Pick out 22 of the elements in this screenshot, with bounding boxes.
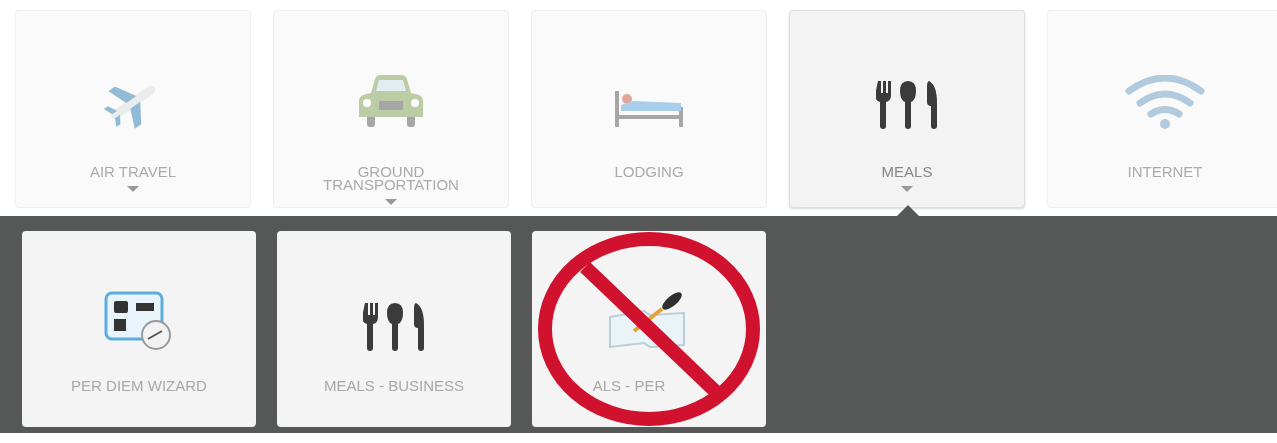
per-diem-icon — [104, 291, 174, 351]
submenu-label: MEALS - BUSINESS — [323, 377, 464, 394]
submenu-tile[interactable]: ALS - PER — [532, 231, 766, 427]
submenu-tile[interactable]: PER DIEM WIZARD — [22, 231, 256, 427]
category-label: GROUND TRANSPORTATION — [322, 165, 460, 191]
category-tile[interactable]: LODGING — [531, 10, 767, 208]
bed-icon — [613, 89, 685, 129]
category-label: INTERNET — [1126, 165, 1204, 178]
category-tile[interactable]: GROUND TRANSPORTATION — [273, 10, 509, 208]
submenu-tile[interactable]: MEALS - BUSINESS — [277, 231, 511, 427]
car-icon — [357, 73, 425, 129]
category-label: LODGING — [613, 165, 685, 178]
category-tile[interactable]: AIR TRAVEL — [15, 10, 251, 208]
category-tile[interactable]: MEALS — [789, 10, 1025, 208]
submenu-label: PER DIEM WIZARD — [71, 377, 207, 394]
category-label: MEALS — [880, 165, 934, 178]
submenu-label: ALS - PER — [592, 377, 666, 394]
category-tile[interactable]: INTERNET — [1047, 10, 1277, 208]
cutlery-icon — [876, 79, 938, 129]
wifi-icon — [1124, 75, 1206, 129]
cutlery-icon — [363, 301, 425, 351]
category-label: AIR TRAVEL — [88, 165, 178, 178]
